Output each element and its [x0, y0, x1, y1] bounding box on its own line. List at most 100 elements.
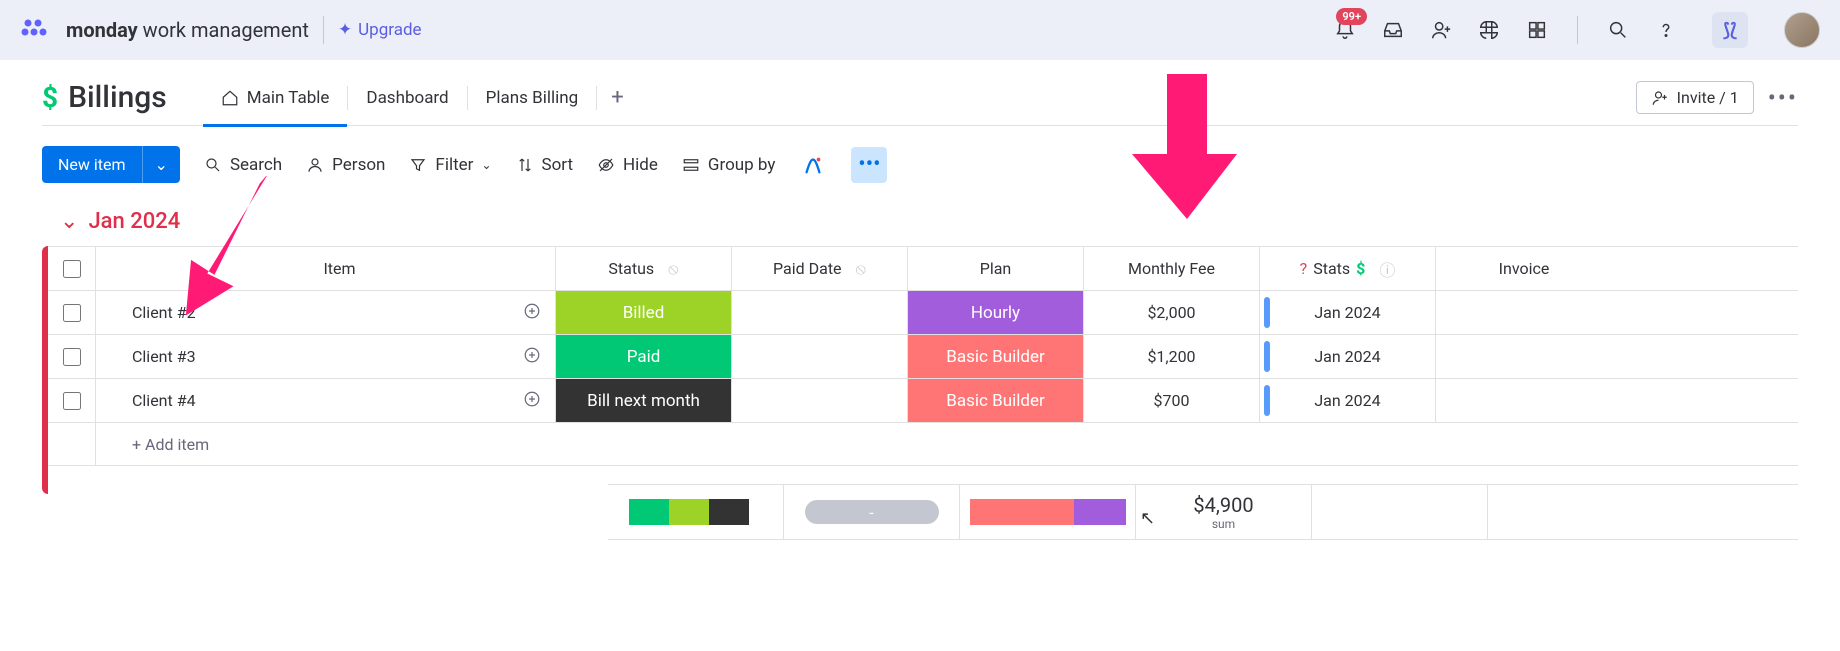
invoice-cell[interactable] — [1436, 335, 1612, 378]
more-tools-button[interactable]: ••• — [851, 147, 887, 183]
select-all-checkbox[interactable] — [63, 260, 81, 278]
sort-button[interactable]: Sort — [516, 155, 574, 175]
column-fee[interactable]: Monthly Fee — [1084, 247, 1260, 290]
column-plan[interactable]: Plan — [908, 247, 1084, 290]
table-header-row: Item Status⦸ Paid Date⦸ Plan Monthly Fee… — [48, 246, 1798, 290]
stats-cell[interactable]: Jan 2024 — [1260, 291, 1436, 334]
board-title[interactable]: Billings — [68, 80, 167, 115]
more-menu-button[interactable]: ••• — [1768, 84, 1798, 112]
paid-date-summary: - — [784, 485, 960, 539]
plan-summary — [960, 485, 1136, 539]
search-icon[interactable] — [1606, 18, 1630, 42]
sparkle-icon: ✦ — [338, 20, 352, 40]
filter-icon — [409, 156, 427, 174]
sort-icon — [516, 156, 534, 174]
search-icon — [204, 156, 222, 174]
add-view-button[interactable]: + — [597, 85, 637, 110]
paid-date-cell[interactable] — [732, 379, 908, 422]
user-plus-icon — [1651, 89, 1669, 107]
summary-row: - $4,900sum — [608, 484, 1798, 540]
info-icon: ⓘ — [1379, 257, 1395, 281]
row-checkbox[interactable] — [63, 304, 81, 322]
column-paid-date[interactable]: Paid Date⦸ — [732, 247, 908, 290]
cursor-icon: ↖ — [1140, 508, 1155, 529]
person-button[interactable]: Person — [306, 155, 385, 175]
fee-cell[interactable]: $1,200 — [1084, 335, 1260, 378]
chevron-down-icon[interactable]: ⌄ — [142, 146, 180, 183]
stats-cell[interactable]: Jan 2024 — [1260, 335, 1436, 378]
expand-icon[interactable] — [523, 346, 541, 368]
divider — [323, 16, 324, 44]
chevron-down-icon: ⌄ — [481, 158, 491, 172]
table-row[interactable]: Client #3Paid Basic Builder$1,200Jan 2024 — [48, 334, 1798, 378]
person-icon — [306, 156, 324, 174]
filter-button[interactable]: Filter ⌄ — [409, 155, 491, 175]
assistant-button[interactable]: ⟆⟅ — [1712, 12, 1748, 48]
invite-user-icon[interactable] — [1429, 18, 1453, 42]
question-icon: ? — [1300, 259, 1308, 278]
dollar-icon: $ — [42, 81, 58, 114]
column-invoice[interactable]: Invoice — [1436, 247, 1612, 290]
fee-cell[interactable]: $2,000 — [1084, 291, 1260, 334]
notifications-icon[interactable]: 99+ — [1333, 18, 1357, 42]
view-tab-dashboard[interactable]: Dashboard — [348, 70, 466, 126]
notification-badge: 99+ — [1336, 8, 1367, 25]
divider — [1577, 16, 1578, 44]
table-row[interactable]: Client #2Billed Hourly$2,000Jan 2024 — [48, 290, 1798, 334]
paid-date-cell[interactable] — [732, 291, 908, 334]
inbox-icon[interactable] — [1381, 18, 1405, 42]
chevron-down-icon: ⌄ — [60, 209, 78, 234]
eye-off-icon — [597, 156, 615, 174]
hide-button[interactable]: Hide — [597, 155, 658, 175]
item-cell[interactable]: Client #2 — [96, 291, 556, 334]
plan-cell[interactable]: Basic Builder — [908, 335, 1084, 378]
paid-date-cell[interactable] — [732, 335, 908, 378]
avatar[interactable] — [1784, 12, 1820, 48]
view-tab-plans[interactable]: Plans Billing — [468, 70, 597, 126]
eye-off-icon: ⦸ — [668, 259, 678, 279]
column-status[interactable]: Status⦸ — [556, 247, 732, 290]
assistant-icon: ⟆⟅ — [1723, 20, 1737, 41]
view-tab-main[interactable]: Main Table — [203, 70, 348, 126]
invite-button[interactable]: Invite / 1 — [1636, 81, 1754, 114]
group-icon — [682, 156, 700, 174]
stats-summary — [1312, 485, 1488, 539]
group-color-bar — [42, 246, 48, 494]
column-stats[interactable]: ? Stats $ ⓘ — [1260, 247, 1436, 290]
upgrade-button[interactable]: ✦ Upgrade — [338, 20, 422, 40]
group-header[interactable]: ⌄ Jan 2024 — [42, 199, 1798, 246]
plan-cell[interactable]: Hourly — [908, 291, 1084, 334]
new-item-button[interactable]: New item ⌄ — [42, 146, 180, 183]
home-icon — [221, 89, 239, 107]
invoice-cell[interactable] — [1436, 291, 1612, 334]
search-button[interactable]: Search — [204, 155, 282, 175]
help-icon[interactable] — [1654, 18, 1678, 42]
fee-summary: $4,900sum — [1136, 485, 1312, 539]
ai-icon[interactable] — [799, 151, 827, 179]
item-cell[interactable]: Client #4 — [96, 379, 556, 422]
item-cell[interactable]: Client #3 — [96, 335, 556, 378]
marketplace-icon[interactable] — [1525, 18, 1549, 42]
eye-off-icon: ⦸ — [856, 259, 866, 279]
expand-icon[interactable] — [523, 302, 541, 324]
invoice-summary — [1488, 485, 1664, 539]
monday-logo — [20, 16, 48, 44]
fee-cell[interactable]: $700 — [1084, 379, 1260, 422]
column-item[interactable]: Item — [96, 247, 556, 290]
stats-cell[interactable]: Jan 2024 — [1260, 379, 1436, 422]
brand-text: monday work management — [66, 18, 309, 42]
row-checkbox[interactable] — [63, 392, 81, 410]
status-cell[interactable]: Paid — [556, 335, 732, 378]
status-cell[interactable]: Bill next month — [556, 379, 732, 422]
add-item-row[interactable]: + Add item — [48, 422, 1798, 466]
plan-cell[interactable]: Basic Builder — [908, 379, 1084, 422]
expand-icon[interactable] — [523, 390, 541, 412]
invoice-cell[interactable] — [1436, 379, 1612, 422]
row-checkbox[interactable] — [63, 348, 81, 366]
status-cell[interactable]: Billed — [556, 291, 732, 334]
status-summary — [608, 485, 784, 539]
table-row[interactable]: Client #4Bill next month Basic Builder$70… — [48, 378, 1798, 422]
apps-icon[interactable] — [1477, 18, 1501, 42]
group-name: Jan 2024 — [88, 209, 180, 234]
groupby-button[interactable]: Group by — [682, 155, 776, 175]
